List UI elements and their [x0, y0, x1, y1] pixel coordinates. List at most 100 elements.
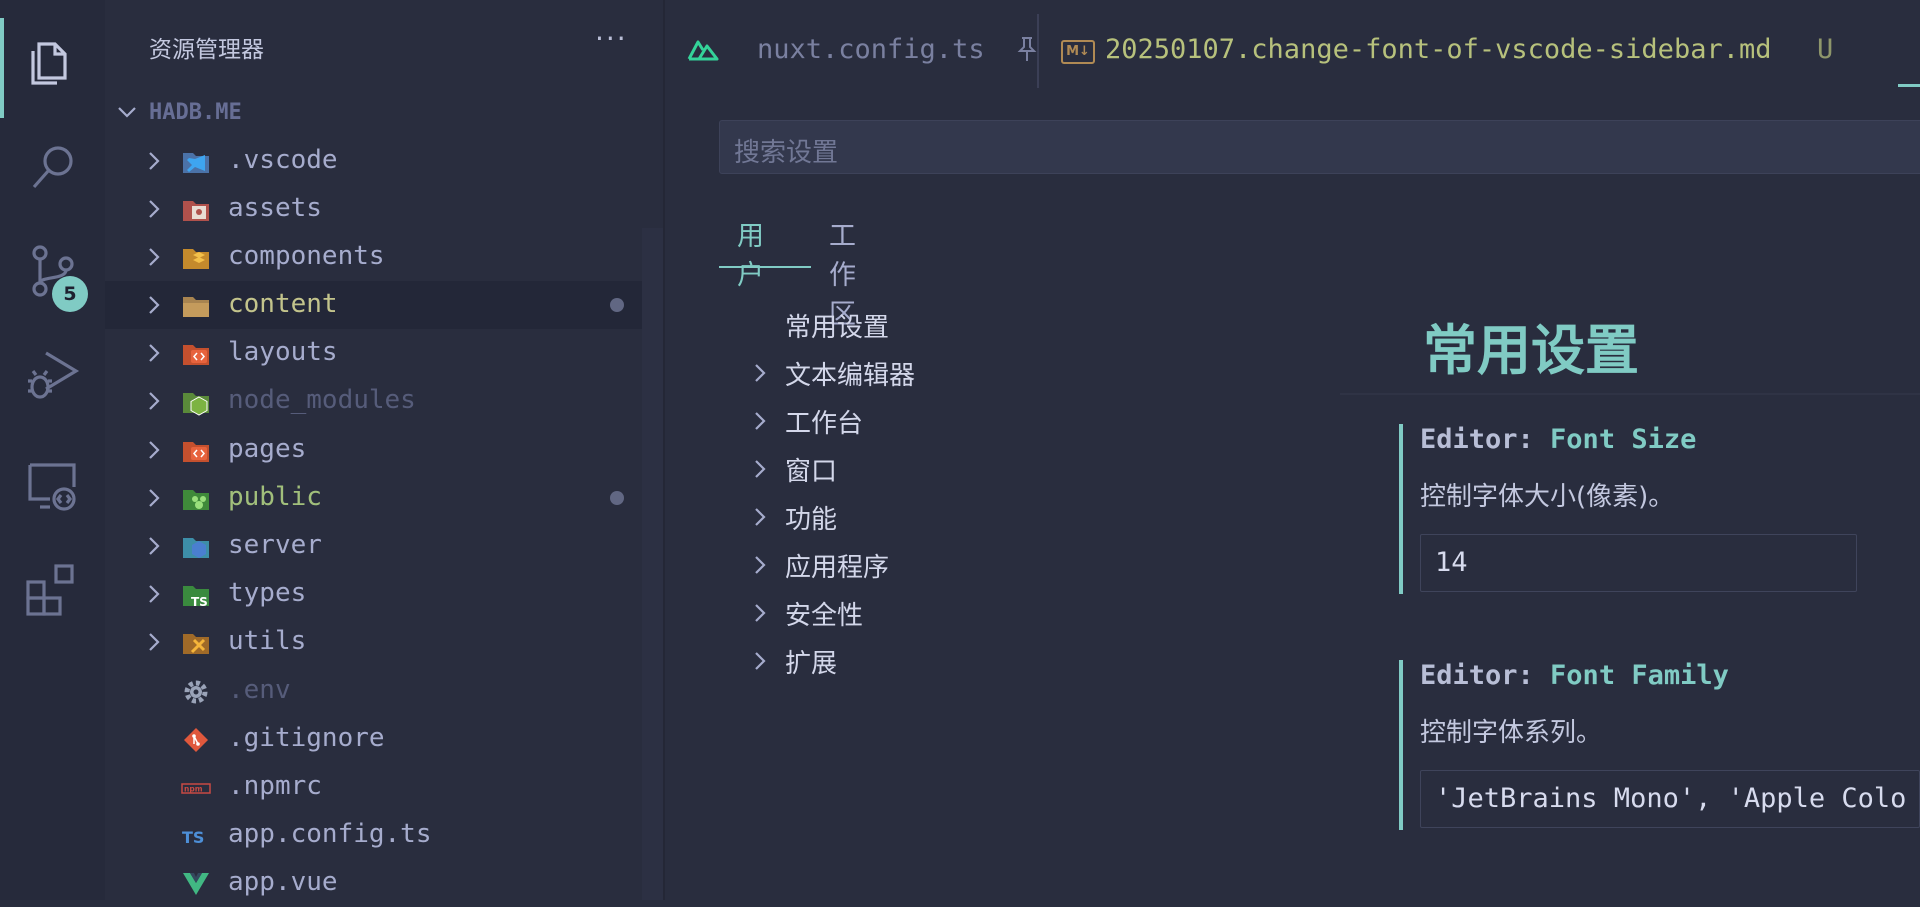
public-folder-icon — [183, 490, 209, 510]
typescript-icon: TS — [182, 828, 204, 847]
chevron-right-icon — [149, 489, 160, 507]
chevron-right-icon — [149, 344, 160, 362]
toc-label: 文本编辑器 — [785, 361, 916, 391]
chevron-right-icon — [149, 200, 160, 218]
setting-editor-font-size: Editor: Font Size 控制字体大小(像素)。 14 — [1399, 424, 1920, 594]
tree-item-label: app.config.ts — [228, 819, 432, 849]
tree-item-label: app.vue — [228, 867, 338, 897]
tree-item-label: pages — [228, 434, 307, 464]
remote-explorer-icon[interactable] — [22, 455, 84, 517]
settings-section-title: 常用设置 — [1423, 319, 1639, 382]
tree-item-app-config[interactable]: TS app.config.ts — [105, 811, 665, 859]
chevron-right-icon — [149, 296, 160, 314]
extensions-icon[interactable] — [22, 560, 84, 622]
tree-item-label: types — [228, 578, 307, 608]
files-icon[interactable] — [22, 30, 84, 92]
setting-category: Editor: — [1420, 660, 1551, 691]
toc-label: 工作台 — [785, 409, 864, 439]
svg-text:TS: TS — [191, 595, 208, 609]
tab-user[interactable]: 用户 — [737, 210, 764, 292]
tree-item-label: .gitignore — [228, 723, 385, 753]
editor-tabs: nuxt.config.ts M↓ 20250107.change-font-o… — [665, 0, 1920, 100]
utils-folder-icon — [183, 634, 209, 654]
workspace-root[interactable]: HADB.ME — [105, 92, 665, 134]
source-control-badge: 5 — [52, 276, 88, 312]
setting-label: Editor: Font Family — [1420, 660, 1729, 691]
components-folder-icon — [183, 249, 209, 269]
tree-item-label: layouts — [228, 337, 338, 367]
tree-item-components[interactable]: components — [105, 233, 665, 281]
tree-item-vscode[interactable]: .vscode — [105, 137, 665, 185]
chevron-right-icon — [755, 652, 766, 670]
tab-label: 20250107.change-font-of-vscode-sidebar.m… — [1105, 34, 1772, 65]
tree-item-label: assets — [228, 193, 322, 223]
active-indicator — [0, 18, 4, 118]
chevron-right-icon — [149, 585, 160, 603]
search-icon[interactable] — [22, 135, 84, 197]
chevron-right-icon — [149, 392, 160, 410]
tree-item-npmrc[interactable]: npm .npmrc — [105, 763, 665, 811]
chevron-down-icon — [118, 107, 136, 118]
assets-folder-icon — [183, 201, 209, 221]
tree-item-env[interactable]: .env — [105, 667, 665, 715]
chevron-right-icon — [149, 441, 160, 459]
chevron-right-icon — [755, 556, 766, 574]
setting-description: 控制字体系列。 — [1420, 718, 1603, 748]
more-actions-button[interactable]: ··· — [595, 22, 628, 55]
setting-editor-font-family: Editor: Font Family 控制字体系列。 'JetBrains M… — [1399, 660, 1920, 830]
activity-bar: 5 — [0, 0, 105, 900]
setting-key: Font Size — [1550, 424, 1697, 455]
gear-icon — [184, 680, 208, 704]
server-folder-icon — [183, 538, 209, 558]
svg-text:TS: TS — [182, 828, 204, 847]
setting-description: 控制字体大小(像素)。 — [1420, 482, 1675, 512]
active-scope-underline — [719, 266, 811, 268]
layouts-folder-icon — [183, 345, 209, 365]
settings-search-input[interactable]: 搜索设置 — [719, 120, 1920, 174]
tree-item-label: .npmrc — [228, 771, 322, 801]
font-family-input[interactable]: 'JetBrains Mono', 'Apple Colo — [1420, 770, 1920, 828]
tree-item-layouts[interactable]: layouts — [105, 329, 665, 377]
toc-label: 扩展 — [785, 649, 838, 679]
tree-item-label: .vscode — [228, 145, 338, 175]
tree-item-label: node_modules — [228, 385, 416, 415]
tree-item-gitignore[interactable]: .gitignore — [105, 715, 665, 763]
tree-item-public[interactable]: public — [105, 474, 665, 522]
vue-icon — [183, 873, 209, 895]
tree-item-label: components — [228, 241, 385, 271]
chevron-right-icon — [755, 412, 766, 430]
toc-label: 常用设置 — [785, 313, 890, 343]
setting-label: Editor: Font Size — [1420, 424, 1696, 455]
tree-item-label: server — [228, 530, 322, 560]
setting-key: Font Family — [1550, 660, 1729, 691]
toc-label: 应用程序 — [785, 553, 890, 583]
tree-item-types[interactable]: TS types — [105, 570, 665, 618]
workspace-root-label: HADB.ME — [149, 100, 242, 125]
types-folder-icon: TS — [183, 586, 209, 609]
chevron-right-icon — [149, 537, 160, 555]
font-size-input[interactable]: 14 — [1420, 534, 1857, 592]
sidebar-scrollbar[interactable] — [642, 228, 664, 900]
folder-icon — [183, 297, 209, 317]
toc-label: 窗口 — [785, 457, 838, 487]
toc-label: 功能 — [785, 505, 838, 535]
tree-item-node-modules[interactable]: node_modules — [105, 377, 665, 425]
modified-indicator-bar — [1399, 424, 1403, 594]
modified-dot — [610, 298, 624, 312]
tree-item-pages[interactable]: pages — [105, 426, 665, 474]
node-folder-icon — [183, 393, 209, 416]
tree-item-assets[interactable]: assets — [105, 185, 665, 233]
pages-folder-icon — [183, 442, 209, 462]
tree-item-utils[interactable]: utils — [105, 618, 665, 666]
chevron-right-icon — [755, 508, 766, 526]
git-icon — [184, 728, 208, 752]
setting-category: Editor: — [1420, 424, 1551, 455]
nuxt-icon — [687, 40, 719, 61]
run-debug-icon[interactable] — [22, 345, 84, 407]
tree-item-label: content — [228, 289, 338, 319]
tab-label: nuxt.config.ts — [757, 34, 985, 65]
tree-item-content[interactable]: content — [105, 281, 665, 329]
explorer-sidebar: 资源管理器 ··· HADB.ME .vscode assets compone… — [105, 0, 665, 900]
modified-indicator-bar — [1399, 660, 1403, 830]
tree-item-server[interactable]: server — [105, 522, 665, 570]
